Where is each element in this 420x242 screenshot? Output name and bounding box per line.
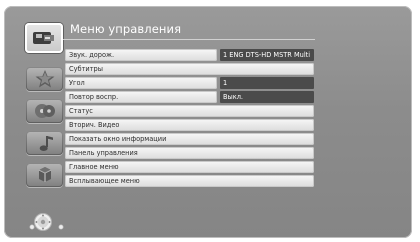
subtitles-label: Субтитры [65,63,314,75]
audio-label: Звук. дорож. [65,49,217,61]
menu-row-info-window[interactable]: Показать окно информации [65,133,314,145]
menu-row-audio[interactable]: Звук. дорож. 1 ENG DTS-HD MSTR Multi [65,49,314,61]
menu-row-main-menu[interactable]: Главное меню [65,161,314,173]
music-icon[interactable] [26,131,63,155]
title-divider [63,39,315,40]
main-menu-label: Главное меню [65,161,314,173]
menu-row-repeat[interactable]: Повтор воспр. Выкл. [65,91,314,103]
angle-label: Угол [65,77,217,89]
menu-row-secondary-video[interactable]: Вторич. Видео [65,119,314,131]
repeat-value: Выкл. [220,91,314,103]
disc-icon[interactable] [26,99,63,123]
secondary-video-label: Вторич. Видео [65,119,314,131]
menu-category-column [25,21,64,191]
cube-icon[interactable] [26,163,63,187]
popup-menu-label: Всплывающее меню [65,175,314,187]
menu-row-status[interactable]: Статус [65,105,314,117]
remote-navigation-icon [28,209,70,235]
menu-row-popup-menu[interactable]: Всплывающее меню [65,175,314,187]
repeat-label: Повтор воспр. [65,91,217,103]
playback-control-icon[interactable] [25,23,63,53]
status-label: Статус [65,105,314,117]
audio-value: 1 ENG DTS-HD MSTR Multi [220,49,314,61]
menu-row-subtitles[interactable]: Субтитры [65,63,314,75]
playback-control-menu: Звук. дорож. 1 ENG DTS-HD MSTR Multi Суб… [65,49,314,189]
control-panel-label: Панель управления [65,147,314,159]
angle-value: 1 [220,77,314,89]
star-icon[interactable] [26,67,63,91]
on-screen-menu-panel: Меню управления Звук. дорож. 1 ENG DTS-H… [4,6,412,238]
menu-row-control-panel[interactable]: Панель управления [65,147,314,159]
info-window-label: Показать окно информации [65,133,314,145]
menu-row-angle[interactable]: Угол 1 [65,77,314,89]
page-title: Меню управления [70,22,182,36]
